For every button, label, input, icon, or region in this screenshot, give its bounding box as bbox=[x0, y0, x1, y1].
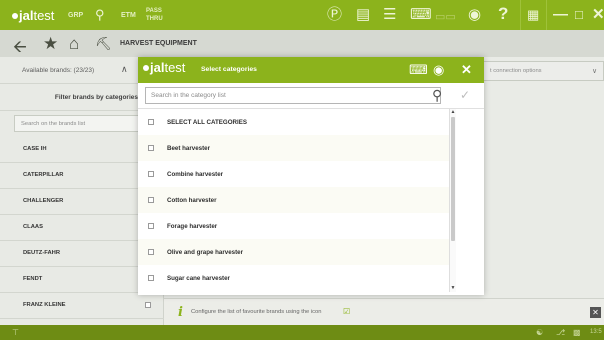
logo-dot-icon bbox=[143, 65, 149, 71]
search-icon[interactable]: ⚲ bbox=[432, 87, 442, 104]
separator bbox=[546, 0, 547, 30]
edit-checkbox-icon: ☑ bbox=[343, 307, 351, 316]
scrollbar-thumb[interactable] bbox=[451, 117, 455, 241]
mode-grp[interactable]: GRP bbox=[68, 12, 83, 19]
checkbox[interactable] bbox=[148, 197, 154, 203]
bluetooth-icon: ⎇ bbox=[556, 328, 566, 337]
list-scrollbar[interactable]: ▲ ▼ bbox=[449, 109, 456, 292]
maximize-icon[interactable]: □ bbox=[575, 6, 583, 24]
status-bar: ⊤ ☯ ⎇ ▩ 13:5 bbox=[0, 325, 604, 340]
category-list: SELECT ALL CATEGORIES Beet harvester Com… bbox=[138, 109, 449, 292]
connection-options-select[interactable]: t connection options ∨ bbox=[483, 61, 604, 81]
category-item[interactable]: Olive and grape harvester bbox=[138, 239, 449, 265]
category-item[interactable]: Forage harvester bbox=[138, 213, 449, 239]
breadcrumb: HARVEST EQUIPMENT bbox=[120, 40, 197, 47]
category-item[interactable]: Sugar cane harvester bbox=[138, 265, 449, 291]
minimize-icon[interactable]: — bbox=[553, 6, 568, 24]
checkbox[interactable] bbox=[148, 223, 154, 229]
favourite-star-icon[interactable]: ★ bbox=[43, 34, 58, 54]
info-icon: i bbox=[178, 305, 183, 320]
keyboard-icon[interactable]: ⌨ bbox=[410, 6, 432, 24]
dialog-header: jal test Select categories ⌨ ◉ ✕ bbox=[138, 57, 484, 83]
scroll-down-icon[interactable]: ▼ bbox=[450, 285, 456, 291]
scroll-up-icon[interactable]: ▲ bbox=[450, 109, 456, 115]
globe-icon[interactable]: Ⓟ bbox=[327, 6, 342, 24]
info-bar: i Configure the list of favourite brands… bbox=[164, 298, 604, 325]
home-icon[interactable]: ⌂ bbox=[69, 34, 79, 54]
camera-icon[interactable]: ◉ bbox=[433, 62, 444, 78]
clock-time: 13:5 bbox=[590, 329, 602, 335]
separator bbox=[520, 0, 521, 30]
confirm-check-icon[interactable]: ✓ bbox=[460, 88, 470, 102]
logo-dot-icon bbox=[12, 13, 18, 19]
dialog-title: Select categories bbox=[201, 66, 257, 73]
close-dialog-icon[interactable]: ✕ bbox=[461, 62, 472, 78]
top-bar: jal test GRP ⚲ ETM PASS THRU Ⓟ ▤ ☰ ⌨ ▭▭ ◉… bbox=[0, 0, 604, 30]
calendar-icon: ▩ bbox=[573, 328, 581, 337]
camera-icon[interactable]: ◉ bbox=[468, 6, 481, 24]
battery-icon: ▭▭ bbox=[435, 11, 456, 23]
collapse-chevron-icon[interactable]: ∧ bbox=[121, 64, 128, 75]
mode-etm[interactable]: ETM bbox=[121, 12, 136, 19]
jaltest-logo: jal test bbox=[12, 8, 54, 23]
checkbox[interactable] bbox=[148, 145, 154, 151]
nav-bar: 🡨 ★ ⌂ ⛏ HARVEST EQUIPMENT bbox=[0, 30, 604, 57]
document-icon[interactable]: ▤ bbox=[356, 6, 370, 24]
chevron-down-icon: ∨ bbox=[592, 68, 598, 75]
mode-pass-thru[interactable]: PASS THRU bbox=[146, 7, 163, 23]
jaltest-logo: jal test bbox=[143, 60, 185, 75]
list-icon[interactable]: ☰ bbox=[383, 6, 396, 24]
select-all-categories-item[interactable]: SELECT ALL CATEGORIES bbox=[138, 109, 449, 135]
usb-icon: ⊤ bbox=[12, 328, 19, 337]
magnifier-icon[interactable]: ⚲ bbox=[95, 6, 105, 24]
category-search-input[interactable]: Search in the category list bbox=[145, 87, 441, 104]
category-item[interactable]: Beet harvester bbox=[138, 135, 449, 161]
checkbox[interactable] bbox=[148, 275, 154, 281]
grid-icon[interactable]: ▦ bbox=[527, 6, 539, 24]
category-item[interactable]: Cotton harvester bbox=[138, 187, 449, 213]
select-categories-dialog: jal test Select categories ⌨ ◉ ✕ Search i… bbox=[138, 57, 484, 295]
help-icon[interactable]: ? bbox=[498, 5, 508, 23]
checkbox[interactable] bbox=[148, 119, 154, 125]
category-item[interactable]: Combine harvester bbox=[138, 161, 449, 187]
dismiss-info-button[interactable]: ✕ bbox=[590, 307, 601, 318]
checkbox[interactable] bbox=[148, 171, 154, 177]
wifi-icon: ☯ bbox=[536, 328, 544, 337]
keyboard-icon[interactable]: ⌨ bbox=[409, 62, 428, 78]
vehicle-icon[interactable]: ⛏ bbox=[95, 36, 112, 52]
checkbox[interactable] bbox=[148, 249, 154, 255]
brand-item[interactable]: FRANZ KLEINE bbox=[0, 293, 164, 319]
close-icon[interactable]: ✕ bbox=[592, 6, 604, 24]
brand-checkbox[interactable] bbox=[145, 302, 151, 308]
